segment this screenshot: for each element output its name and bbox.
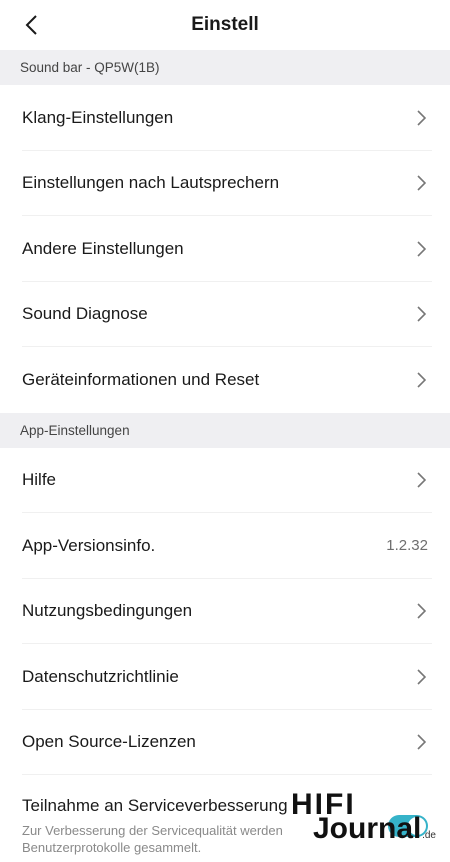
hifi-journal-watermark-logo: HIFI Journal .de [291,788,436,848]
watermark-line2: Journal [313,812,422,845]
menu-item-sound-diagnose[interactable]: Sound Diagnose [0,282,450,348]
back-button[interactable] [14,8,48,42]
chevron-right-icon [414,109,428,127]
chevron-right-icon [414,174,428,192]
chevron-left-icon [25,15,37,35]
menu-item-label: Andere Einstellungen [22,238,184,258]
service-improvement-description: Zur Verbesserung der Servicequalität wer… [22,823,283,855]
menu-item-einstellungen-nach-lautsprechern[interactable]: Einstellungen nach Lautsprechern [0,151,450,217]
app-version-value: 1.2.32 [386,537,428,555]
section-header-app-einstellungen: App-Einstellungen [0,412,450,448]
menu-item-app-versionsinfo: App-Versionsinfo. 1.2.32 [0,513,450,579]
menu-item-label: Geräteinformationen und Reset [22,369,260,389]
menu-item-label: Hilfe [22,470,57,490]
menu-item-label: Sound Diagnose [22,304,148,324]
chevron-right-icon [414,471,428,489]
menu-item-hilfe[interactable]: Hilfe [0,448,450,514]
chevron-right-icon [414,602,428,620]
watermark-suffix: .de [422,830,436,841]
menu-item-label: Einstellungen nach Lautsprechern [22,173,280,193]
page-title: Einstell [191,14,259,35]
section-header-soundbar: Sound bar - QP5W(1B) [0,50,450,85]
menu-item-label: Nutzungsbedingungen [22,601,193,621]
menu-item-andere-einstellungen[interactable]: Andere Einstellungen [0,216,450,282]
chevron-right-icon [414,371,428,389]
menu-item-nutzungsbedingungen[interactable]: Nutzungsbedingungen [0,579,450,645]
menu-item-label: Open Source-Lizenzen [22,732,196,752]
chevron-right-icon [414,733,428,751]
menu-item-klang-einstellungen[interactable]: Klang-Einstellungen [0,85,450,151]
menu-item-label: Datenschutzrichtlinie [22,666,179,686]
chevron-right-icon [414,305,428,323]
app-header: Einstell [0,0,450,50]
menu-item-open-source-lizenzen[interactable]: Open Source-Lizenzen [0,710,450,776]
menu-item-datenschutzrichtlinie[interactable]: Datenschutzrichtlinie [0,644,450,710]
chevron-right-icon [414,668,428,686]
menu-item-geraeteinformationen[interactable]: Geräteinformationen und Reset [0,347,450,413]
menu-item-label: Klang-Einstellungen [22,107,174,127]
menu-item-label: App-Versionsinfo. [22,535,156,555]
chevron-right-icon [414,240,428,258]
